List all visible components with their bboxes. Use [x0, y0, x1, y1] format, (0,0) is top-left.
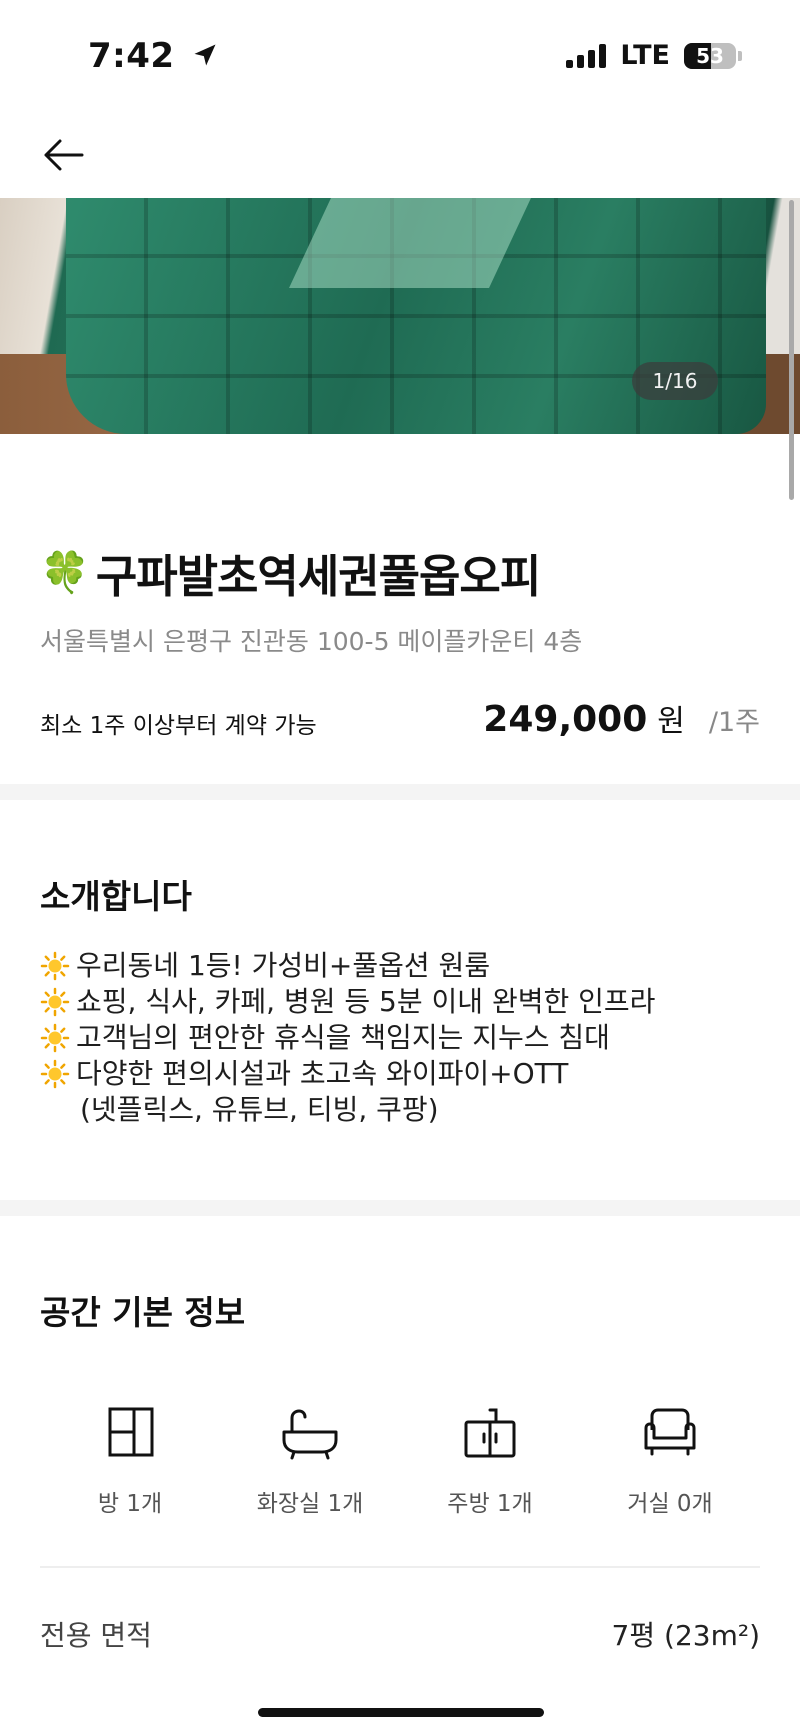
bathtub-icon — [282, 1409, 338, 1460]
status-indicators: LTE 53 — [566, 40, 742, 71]
battery-level: 53 — [696, 43, 724, 68]
sofa-icon — [644, 1408, 696, 1456]
sun-icon — [40, 951, 70, 981]
sun-icon — [40, 1023, 70, 1053]
room-label: 거실 0개 — [627, 1491, 713, 1517]
price-period: /1주 — [708, 707, 760, 738]
intro-line-text: 고객님의 편안한 휴식을 책임지는 지누스 침대 — [76, 1021, 610, 1054]
price-amount: 249,000 — [483, 699, 648, 740]
section-divider — [0, 1200, 800, 1216]
sun-icon — [40, 987, 70, 1017]
room-item-bedroom: 방 1개 — [40, 1402, 220, 1518]
area-label: 전용 면적 — [40, 1619, 152, 1652]
room-label: 방 1개 — [97, 1491, 163, 1517]
intro-line-text: 우리동네 1등! 가성비+풀옵션 원룸 — [76, 949, 491, 982]
clover-icon: 🍀 — [40, 550, 90, 596]
listing-title-text: 구파발초역세권풀옵오피 — [95, 550, 541, 603]
divider-line — [40, 1566, 760, 1568]
room-item-living: 거실 0개 — [580, 1402, 760, 1518]
room-summary: 방 1개 화장실 1개 주방 1개 거실 0개 — [40, 1402, 760, 1518]
intro-text: 우리동네 1등! 가성비+풀옵션 원룸 쇼핑, 식사, 카페, 병원 등 5분 … — [40, 948, 655, 1128]
kitchen-icon — [464, 1408, 516, 1458]
room-item-bathroom: 화장실 1개 — [220, 1402, 400, 1518]
listing-title: 🍀 구파발초역세권풀옵오피 — [40, 540, 541, 605]
status-time-text: 7:42 — [88, 36, 175, 76]
intro-line: 우리동네 1등! 가성비+풀옵션 원룸 — [40, 948, 655, 984]
sun-icon — [40, 1059, 70, 1089]
room-label: 화장실 1개 — [256, 1491, 364, 1517]
room-item-kitchen: 주방 1개 — [400, 1402, 580, 1518]
intro-line: 고객님의 편안한 휴식을 책임지는 지누스 침대 — [40, 1020, 655, 1056]
intro-line-continuation: (넷플릭스, 유튜브, 티빙, 쿠팡) — [80, 1093, 439, 1126]
price: 249,000 원 /1주 — [483, 696, 760, 740]
intro-line: 다양한 편의시설과 초고속 와이파이+OTT — [40, 1056, 655, 1092]
location-arrow-icon — [194, 44, 216, 66]
section-divider — [0, 784, 800, 800]
room-icon — [108, 1407, 154, 1457]
intro-line: 쇼핑, 식사, 카페, 병원 등 5분 이내 완벽한 인프라 — [40, 984, 655, 1020]
listing-address: 서울특별시 은평구 진관동 100-5 메이플카운티 4층 — [40, 627, 583, 656]
signal-icon — [566, 43, 607, 68]
network-label: LTE — [620, 40, 670, 71]
intro-line-text: 쇼핑, 식사, 카페, 병원 등 5분 이내 완벽한 인프라 — [76, 985, 656, 1018]
status-time: 7:42 — [88, 36, 219, 76]
scrollbar[interactable] — [789, 200, 794, 500]
home-indicator[interactable] — [258, 1708, 544, 1717]
battery-icon: 53 — [684, 42, 742, 69]
back-button[interactable] — [38, 130, 88, 180]
arrow-left-icon — [44, 139, 84, 171]
price-currency: 원 — [657, 704, 685, 739]
intro-heading: 소개합니다 — [40, 877, 192, 916]
space-info-heading: 공간 기본 정보 — [40, 1293, 246, 1332]
intro-line-text: 다양한 편의시설과 초고속 와이파이+OTT — [76, 1057, 569, 1090]
room-label: 주방 1개 — [447, 1491, 533, 1517]
area-value: 7평 (23m²) — [611, 1619, 760, 1652]
contract-note: 최소 1주 이상부터 계약 가능 — [40, 713, 317, 739]
photo-counter: 1/16 — [632, 362, 718, 400]
